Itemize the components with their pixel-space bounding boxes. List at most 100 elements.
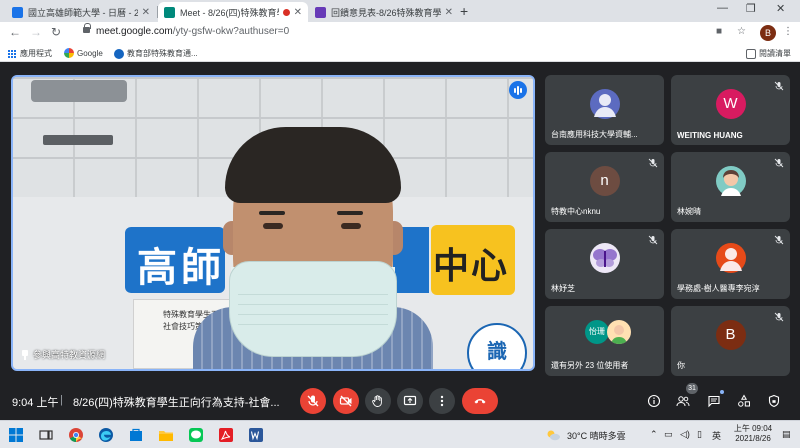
- meeting-title[interactable]: 8/26(四)特殊教育學生正向行為支持-社會...: [73, 394, 280, 410]
- word-icon[interactable]: [248, 427, 264, 443]
- chat-icon: [708, 395, 720, 408]
- photo-avatar-icon: [715, 166, 746, 196]
- battery-icon[interactable]: ▯: [697, 429, 702, 440]
- line-icon[interactable]: [188, 427, 204, 443]
- participant-count-badge: 31: [686, 383, 698, 394]
- meeting-details-button[interactable]: [645, 392, 663, 410]
- store-icon[interactable]: [128, 427, 144, 443]
- acrobat-icon[interactable]: [218, 427, 234, 443]
- participant-tile[interactable]: 學務處-樹人醫專李宛淳: [671, 229, 790, 299]
- participant-name: WEITING HUANG: [677, 131, 743, 140]
- main-video-tile[interactable]: 高 師 中 心 特殊教育學生正 社會技巧策略與應 識 參與高特教資源網: [11, 75, 535, 371]
- raise-hand-button[interactable]: [365, 388, 391, 414]
- more-options-button[interactable]: [429, 388, 455, 414]
- participant-tile[interactable]: 林婉晴: [671, 152, 790, 222]
- ime-indicator[interactable]: 英: [712, 429, 721, 442]
- tab-feedback-form[interactable]: 回饋意見表-8/26特殊教育學生... ✕: [309, 2, 459, 22]
- window-close-icon[interactable]: ✕: [776, 2, 785, 15]
- close-icon[interactable]: ✕: [445, 7, 453, 18]
- phone-hangup-icon: [474, 399, 486, 404]
- calendar-favicon-icon: [12, 6, 23, 18]
- edge-icon[interactable]: [98, 427, 114, 443]
- reading-list-icon: [746, 48, 756, 59]
- mic-off-icon: [307, 395, 319, 407]
- person-avatar-icon: [715, 243, 746, 273]
- more-participants-tile[interactable]: 怡珊 還有另外 23 位使用者: [545, 306, 664, 376]
- participant-name: 學務處-樹人醫專李宛淳: [677, 284, 760, 293]
- mic-off-icon: [648, 158, 658, 168]
- clock-date: 2021/8/26: [735, 434, 771, 443]
- self-tile[interactable]: B 你: [671, 306, 790, 376]
- windows-taskbar: 30°C 晴時多雲 ⌃ ▭ ◁) ▯ 英 上午 09:04 2021/8/26 …: [0, 420, 800, 448]
- light-fixture: [43, 135, 113, 145]
- maximize-icon[interactable]: ❐: [746, 2, 756, 15]
- activities-icon: [738, 394, 750, 407]
- forms-favicon-icon: [315, 6, 326, 18]
- participant-name: 台南應用科技大學資輔...: [551, 130, 638, 139]
- hand-icon: [372, 395, 382, 407]
- more-vert-icon: [440, 395, 444, 407]
- bookmark-moe[interactable]: 教育部特殊教育通...: [114, 48, 198, 59]
- reload-icon[interactable]: ↻: [51, 25, 61, 39]
- leave-call-button[interactable]: [462, 388, 498, 414]
- close-icon[interactable]: ✕: [294, 7, 302, 18]
- address-bar[interactable]: meet.google.com/yty-gsfw-okw?authuser=0: [96, 26, 289, 37]
- windows-start-icon[interactable]: [8, 427, 24, 443]
- participant-name: 林婉晴: [677, 207, 701, 216]
- participant-tile[interactable]: W WEITING HUANG: [671, 75, 790, 145]
- mic-off-icon: [774, 81, 784, 91]
- activities-button[interactable]: [735, 392, 753, 410]
- minimize-icon[interactable]: —: [717, 2, 728, 14]
- bookmark-label: 教育部特殊教育通...: [127, 49, 198, 58]
- participant-brow: [259, 211, 285, 215]
- mic-off-icon: [774, 158, 784, 168]
- present-screen-button[interactable]: [397, 388, 423, 414]
- back-arrow-icon[interactable]: ←: [9, 25, 21, 39]
- weather-cloud-icon[interactable]: [545, 427, 561, 443]
- notifications-icon[interactable]: ▤: [782, 429, 791, 440]
- participant-tile[interactable]: n 特教中心nknu: [545, 152, 664, 222]
- chrome-icon[interactable]: [68, 427, 84, 443]
- group-photo-avatar-icon: [607, 320, 631, 344]
- meeting-clock: 9:04 上午: [12, 397, 59, 409]
- profile-avatar[interactable]: B: [760, 25, 776, 41]
- lock-icon[interactable]: [83, 23, 91, 33]
- camera-toggle-button[interactable]: [333, 388, 359, 414]
- new-tab-button[interactable]: +: [460, 3, 468, 19]
- tray-overflow-icon[interactable]: ⌃: [650, 429, 658, 440]
- pin-icon[interactable]: [21, 349, 29, 360]
- participant-tile[interactable]: 林妤芝: [545, 229, 664, 299]
- file-explorer-icon[interactable]: [158, 427, 174, 443]
- present-icon: [403, 395, 417, 406]
- browser-tab-strip: 國立高雄師範大學 - 日曆 - 2021年... ✕ Meet - 8/26(四…: [0, 0, 800, 22]
- network-icon[interactable]: ▭: [664, 429, 673, 440]
- bookmark-google[interactable]: Google: [64, 48, 103, 58]
- participant-tile[interactable]: 台南應用科技大學資輔...: [545, 75, 664, 145]
- task-view-icon[interactable]: [38, 427, 54, 443]
- tab-meet[interactable]: Meet - 8/26(四)特殊教育學... ✕: [158, 2, 308, 22]
- google-icon: [64, 48, 74, 58]
- people-button[interactable]: [674, 392, 692, 410]
- chat-button[interactable]: [705, 392, 723, 410]
- bookmark-star-icon[interactable]: ☆: [737, 26, 746, 37]
- participant-eye: [263, 223, 283, 229]
- mic-toggle-button[interactable]: [300, 388, 326, 414]
- projector: [31, 80, 127, 102]
- volume-icon[interactable]: ◁): [680, 429, 690, 440]
- menu-kebab-icon[interactable]: ⋮: [783, 26, 793, 37]
- avatar: W: [715, 89, 746, 119]
- bookmark-apps[interactable]: 應用程式: [8, 48, 52, 59]
- camera-in-use-icon[interactable]: ■: [716, 26, 722, 37]
- host-controls-button[interactable]: [765, 392, 783, 410]
- bookmark-label: Google: [77, 48, 103, 58]
- weather-text[interactable]: 30°C 晴時多雲: [567, 429, 626, 442]
- forward-arrow-icon[interactable]: →: [30, 25, 42, 39]
- close-icon[interactable]: ✕: [142, 7, 150, 18]
- system-clock[interactable]: 上午 09:04 2021/8/26: [728, 424, 778, 444]
- title-divider: |: [60, 394, 63, 406]
- meet-favicon-icon: [164, 6, 175, 18]
- person-avatar-icon: [589, 89, 620, 119]
- tab-calendar[interactable]: 國立高雄師範大學 - 日曆 - 2021年... ✕: [6, 2, 156, 22]
- mic-off-icon: [774, 235, 784, 245]
- reading-list[interactable]: 閱讀清單: [746, 48, 791, 59]
